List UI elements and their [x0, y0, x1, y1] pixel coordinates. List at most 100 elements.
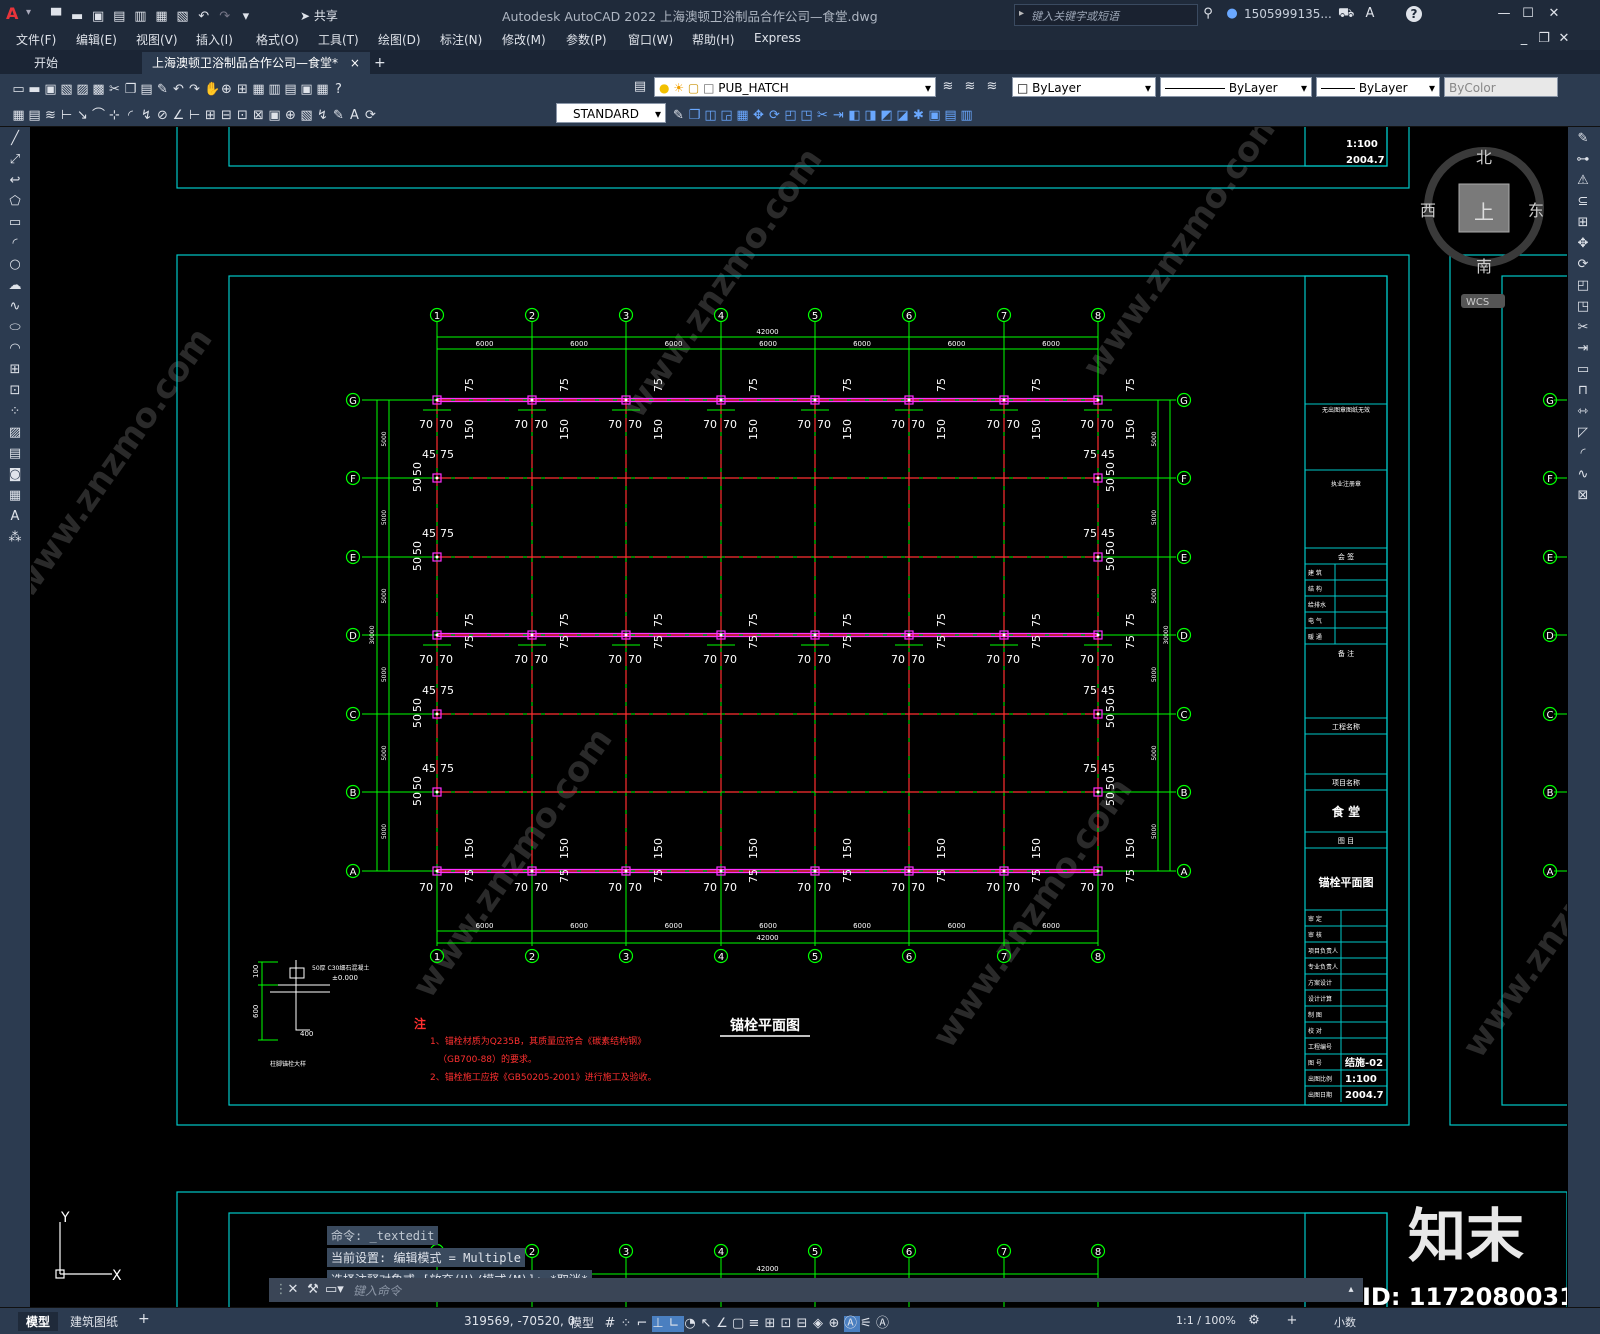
save-icon[interactable]: ▣ — [90, 9, 106, 25]
jogged-linear-icon[interactable]: ↯ — [316, 108, 332, 124]
viewcube[interactable]: 上 北 南 东 西 WCS — [1420, 147, 1544, 308]
maximize-icon[interactable]: ☐ — [1520, 6, 1536, 22]
command-customize-icon[interactable]: ⚒ — [305, 1282, 321, 1298]
ungroup-icon[interactable]: ▥ — [960, 108, 976, 124]
user-icon[interactable]: ● — [1224, 6, 1240, 22]
mirror-icon[interactable]: ◫ — [704, 108, 720, 124]
dynucs-icon[interactable]: ⊟ — [796, 1316, 812, 1332]
gradient-tool-icon[interactable]: ▤ — [6, 445, 24, 463]
3dosnap-icon[interactable]: ⊡ — [780, 1316, 796, 1332]
revcloud-tool-icon[interactable]: ☁ — [6, 277, 24, 295]
dim-arc-icon[interactable]: ⌒ — [92, 108, 108, 124]
add-selected-icon[interactable]: ⁂ — [6, 529, 24, 547]
publish-icon-2[interactable]: ▩ — [92, 82, 108, 98]
trim-tool-icon[interactable]: ✂ — [1574, 319, 1592, 337]
model-space-button[interactable]: 模型 — [570, 1314, 594, 1331]
dim-update-icon[interactable]: ⟳ — [364, 108, 380, 124]
layer-walk-icon[interactable]: ▦ — [12, 108, 28, 124]
mtext-tool-icon[interactable]: A — [6, 508, 24, 526]
explode-icon[interactable]: ✱ — [912, 108, 928, 124]
explode-tool-icon[interactable]: ⊠ — [1574, 487, 1592, 505]
paste-icon[interactable]: ▤ — [140, 82, 156, 98]
menu-format[interactable]: 格式(O) — [256, 31, 299, 48]
help-icon-2[interactable]: ? — [332, 82, 348, 98]
gizmo-icon[interactable]: ⊕ — [828, 1316, 844, 1332]
search-icon[interactable]: ⚲ — [1200, 6, 1216, 22]
web-save-icon[interactable]: ▥ — [132, 9, 148, 25]
snap-icon[interactable]: ⁘ — [620, 1316, 636, 1332]
offset-tool-icon[interactable]: ⊆ — [1574, 193, 1592, 211]
scale-icon[interactable]: ◰ — [784, 108, 800, 124]
infer-icon[interactable]: ⌐ — [636, 1316, 652, 1332]
layout-tab[interactable]: 建筑图纸 — [70, 1313, 118, 1330]
copy-object-icon[interactable]: ⊶ — [1574, 151, 1592, 169]
array-icon[interactable]: ▦ — [736, 108, 752, 124]
extend-tool-icon[interactable]: ⇥ — [1574, 340, 1592, 358]
add-layout-icon[interactable]: + — [138, 1311, 150, 1327]
menu-parametric[interactable]: 参数(P) — [566, 31, 607, 48]
units-button[interactable]: 小数 — [1334, 1314, 1356, 1330]
annotation-scale-icon[interactable]: Ⓐ — [876, 1316, 892, 1332]
menu-window[interactable]: 窗口(W) — [628, 31, 673, 48]
dim-baseline-icon[interactable]: ⊞ — [204, 108, 220, 124]
break-tool-icon[interactable]: ⊓ — [1574, 382, 1592, 400]
dim-angular-icon[interactable]: ∠ — [172, 108, 188, 124]
layer-state-icon[interactable]: ≋ — [984, 79, 1000, 95]
publish-icon[interactable]: ▦ — [153, 9, 169, 25]
polar-icon[interactable]: ∟ — [668, 1316, 684, 1332]
doc-restore-icon[interactable]: ❐ — [1536, 31, 1552, 47]
copy-tool-icon[interactable]: ❐ — [688, 108, 704, 124]
doc-close-icon[interactable]: ✕ — [1556, 31, 1572, 47]
dimstyle-icon[interactable]: ✎ — [672, 108, 688, 124]
polygon-tool-icon[interactable]: ⬠ — [6, 193, 24, 211]
matchprop-icon[interactable]: ✎ — [156, 82, 172, 98]
undo-icon-2[interactable]: ↶ — [172, 82, 188, 98]
new-file-icon[interactable]: ▀ — [48, 9, 64, 25]
cart-icon[interactable]: ⛟ — [1338, 6, 1354, 22]
ellipse-arc-tool-icon[interactable]: ◠ — [6, 340, 24, 358]
blend-tool-icon[interactable]: ∿ — [1574, 466, 1592, 484]
auto-scale-icon[interactable]: ⚟ — [860, 1316, 876, 1332]
scale-tool-icon[interactable]: ◰ — [1574, 277, 1592, 295]
qnew-icon[interactable]: ▭ — [12, 82, 28, 98]
rotate-icon[interactable]: ⟳ — [768, 108, 784, 124]
drawing-canvas[interactable]: www.znzmo.com www.znzmo.com www.znzmo.co… — [31, 127, 1567, 1307]
command-line[interactable]: ⋮ ✕ ⚒ ▭▾ 键入命令 ▴ — [269, 1278, 1363, 1302]
layer-manager-icon[interactable]: ▤ — [632, 79, 648, 95]
designcenter-icon[interactable]: ▥ — [268, 82, 284, 98]
menu-file[interactable]: 文件(F) — [16, 31, 56, 48]
close-icon[interactable]: ✕ — [1546, 6, 1562, 22]
tab-close-icon[interactable]: × — [350, 56, 360, 70]
tab-start[interactable]: 开始 — [24, 52, 68, 74]
annotation-scale[interactable]: 1:1 / 100% — [1176, 1314, 1236, 1327]
circle-tool-icon[interactable]: ○ — [6, 256, 24, 274]
ellipse-tool-icon[interactable]: ⬭ — [6, 319, 24, 337]
dim-jogged-icon[interactable]: ↯ — [140, 108, 156, 124]
help-icon[interactable]: ? — [1406, 6, 1422, 22]
model-tab[interactable]: 模型 — [18, 1312, 59, 1331]
move-tool-icon[interactable]: ✥ — [1574, 235, 1592, 253]
line-tool-icon[interactable]: ╱ — [6, 130, 24, 148]
autocad-logo-icon[interactable]: A — [6, 4, 18, 23]
rotate-tool-icon[interactable]: ⟳ — [1574, 256, 1592, 274]
dim-continue-icon[interactable]: ⊟ — [220, 108, 236, 124]
selection-cycle-icon[interactable]: ⊞ — [764, 1316, 780, 1332]
color-dropdown[interactable]: □ ByLayer ▾ — [1012, 77, 1156, 97]
textstyle-dropdown[interactable]: STANDARD ▾ — [556, 103, 666, 123]
lineweight-dropdown[interactable]: ByLayer ▾ — [1316, 77, 1440, 97]
autodesk-account-icon[interactable]: A — [1362, 6, 1378, 22]
offset-icon[interactable]: ◲ — [720, 108, 736, 124]
user-account[interactable]: 1505999135... — [1244, 7, 1332, 21]
dim-linear-icon[interactable]: ⊢ — [60, 108, 76, 124]
dim-aligned-icon[interactable]: ↘ — [76, 108, 92, 124]
break-icon[interactable]: ◧ — [848, 108, 864, 124]
group-icon[interactable]: ▤ — [944, 108, 960, 124]
annotation-monitor-icon[interactable]: + — [1284, 1313, 1300, 1329]
customize-qat-icon[interactable]: ▾ — [238, 9, 254, 25]
osnap-icon[interactable]: ∠ — [716, 1316, 732, 1332]
redo-icon[interactable]: ↷ — [217, 9, 233, 25]
construction-line-icon[interactable]: ⤢ — [6, 151, 24, 169]
break-point-icon[interactable]: ▭ — [1574, 361, 1592, 379]
stretch-icon[interactable]: ◳ — [800, 108, 816, 124]
match-layer-icon[interactable]: ▤ — [28, 108, 44, 124]
